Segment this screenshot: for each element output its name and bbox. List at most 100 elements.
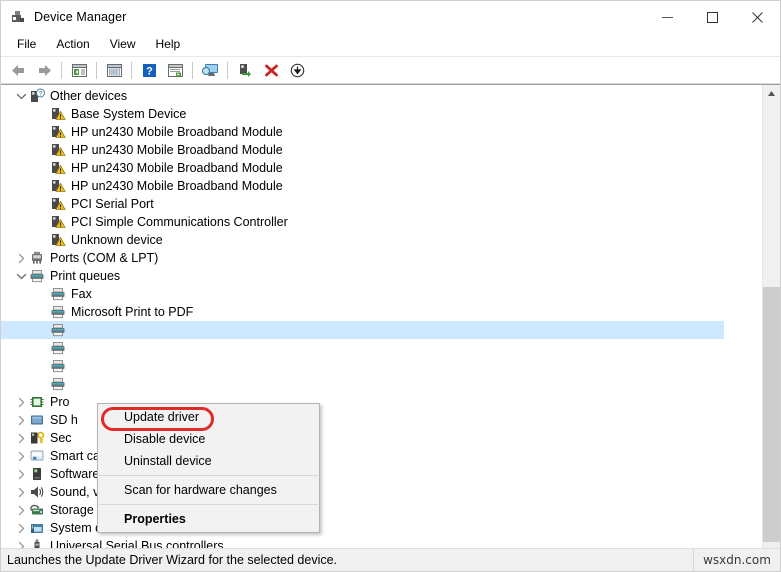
smartcard-reader-icon bbox=[29, 448, 45, 464]
minimize-button[interactable] bbox=[645, 1, 690, 33]
properties-icon[interactable] bbox=[102, 59, 126, 81]
menu-bar: File Action View Help bbox=[1, 33, 780, 57]
toolbar-separator bbox=[96, 61, 97, 79]
vertical-scrollbar[interactable] bbox=[762, 85, 780, 548]
tree-row[interactable]: HP un2430 Mobile Broadband Module bbox=[1, 159, 762, 177]
context-menu-separator bbox=[99, 475, 318, 476]
scrollbar-thumb[interactable] bbox=[763, 287, 780, 542]
tree-row-label: HP un2430 Mobile Broadband Module bbox=[71, 143, 283, 157]
chevron-right-icon[interactable] bbox=[13, 484, 29, 500]
printer-icon bbox=[50, 322, 66, 338]
tree-row-label: Ports (COM & LPT) bbox=[50, 251, 159, 265]
tree-row[interactable] bbox=[1, 375, 762, 393]
menu-action[interactable]: Action bbox=[46, 34, 99, 55]
warning-device-icon bbox=[50, 106, 66, 122]
tree-row[interactable]: Fax bbox=[1, 285, 762, 303]
update-driver-icon[interactable] bbox=[163, 59, 187, 81]
watermark: wsxdn.com bbox=[693, 549, 780, 571]
tree-row-label: Universal Serial Bus controllers bbox=[50, 539, 224, 548]
enable-device-icon[interactable] bbox=[233, 59, 257, 81]
context-menu-item-scan-for-hardware-changes[interactable]: Scan for hardware changes bbox=[98, 479, 319, 501]
chevron-right-icon[interactable] bbox=[13, 538, 29, 548]
tree-row[interactable]: PCI Simple Communications Controller bbox=[1, 213, 762, 231]
tree-row[interactable] bbox=[1, 339, 762, 357]
menu-help[interactable]: Help bbox=[146, 34, 191, 55]
scroll-up-arrow[interactable] bbox=[763, 85, 780, 102]
context-menu-item-update-driver[interactable]: Update driver bbox=[98, 406, 319, 428]
warning-device-icon bbox=[50, 232, 66, 248]
tree-row[interactable]: Microsoft Print to PDF bbox=[1, 303, 762, 321]
usb-icon bbox=[29, 538, 45, 548]
scan-hardware-changes-icon[interactable] bbox=[198, 59, 222, 81]
chevron-down-icon[interactable] bbox=[13, 268, 29, 284]
chevron-right-icon[interactable] bbox=[13, 466, 29, 482]
chevron-down-icon[interactable] bbox=[13, 88, 29, 104]
context-menu[interactable]: Update driver Disable device Uninstall dev… bbox=[97, 403, 320, 533]
tree-row[interactable]: Ports (COM & LPT) bbox=[1, 249, 762, 267]
tree-row-label: Other devices bbox=[50, 89, 128, 103]
printer-icon bbox=[50, 340, 66, 356]
tree-row-label: PCI Simple Communications Controller bbox=[71, 215, 288, 229]
forward-icon[interactable] bbox=[32, 59, 56, 81]
tree-row[interactable] bbox=[1, 321, 724, 339]
context-menu-item-uninstall-device[interactable]: Uninstall device bbox=[98, 450, 319, 472]
security-devices-icon bbox=[29, 430, 45, 446]
tree-row[interactable] bbox=[1, 357, 762, 375]
chevron-right-icon[interactable] bbox=[13, 412, 29, 428]
show-hide-console-tree-icon[interactable] bbox=[67, 59, 91, 81]
tree-row-label: SD h bbox=[50, 413, 78, 427]
help-icon[interactable]: ? bbox=[137, 59, 161, 81]
window-controls bbox=[645, 1, 780, 33]
menu-view[interactable]: View bbox=[100, 34, 146, 55]
maximize-button[interactable] bbox=[690, 1, 735, 33]
tree-row[interactable]: Universal Serial Bus controllers bbox=[1, 537, 762, 548]
close-button[interactable] bbox=[735, 1, 780, 33]
chevron-right-icon[interactable] bbox=[13, 448, 29, 464]
tree-row[interactable]: Base System Device bbox=[1, 105, 762, 123]
context-menu-item-properties[interactable]: Properties bbox=[98, 508, 319, 530]
disable-device-icon[interactable] bbox=[285, 59, 309, 81]
chevron-right-icon[interactable] bbox=[13, 520, 29, 536]
tree-row[interactable]: ? Other devices bbox=[1, 87, 762, 105]
svg-text:?: ? bbox=[39, 91, 43, 98]
printer-icon bbox=[29, 268, 45, 284]
tree-panel: ? Other devices Base System Device HP un243… bbox=[1, 84, 780, 548]
uninstall-device-icon[interactable] bbox=[259, 59, 283, 81]
tree-row[interactable]: PCI Serial Port bbox=[1, 195, 762, 213]
software-device-icon bbox=[29, 466, 45, 482]
sd-host-icon bbox=[29, 412, 45, 428]
chevron-right-icon[interactable] bbox=[13, 430, 29, 446]
tree-row[interactable]: HP un2430 Mobile Broadband Module bbox=[1, 177, 762, 195]
chevron-right-icon[interactable] bbox=[13, 250, 29, 266]
chevron-right-icon[interactable] bbox=[13, 394, 29, 410]
printer-icon bbox=[50, 304, 66, 320]
tree-row-label: Unknown device bbox=[71, 233, 163, 247]
printer-icon bbox=[50, 286, 66, 302]
printer-icon bbox=[50, 376, 66, 392]
menu-file[interactable]: File bbox=[7, 34, 46, 55]
toolbar: ? bbox=[1, 57, 780, 84]
toolbar-separator bbox=[61, 61, 62, 79]
device-manager-window: Device Manager File Action View Help ? ?… bbox=[0, 0, 781, 572]
tree-row[interactable]: HP un2430 Mobile Broadband Module bbox=[1, 123, 762, 141]
tree-row[interactable]: Print queues bbox=[1, 267, 762, 285]
sound-icon bbox=[29, 484, 45, 500]
scrollbar-track[interactable] bbox=[763, 102, 780, 542]
tree-row-label: Print queues bbox=[50, 269, 121, 283]
chevron-right-icon[interactable] bbox=[13, 502, 29, 518]
toolbar-separator bbox=[227, 61, 228, 79]
context-menu-item-disable-device[interactable]: Disable device bbox=[98, 428, 319, 450]
tree-row-label: Base System Device bbox=[71, 107, 187, 121]
tree-row[interactable]: Unknown device bbox=[1, 231, 762, 249]
warning-device-icon bbox=[50, 142, 66, 158]
tree-row-label: HP un2430 Mobile Broadband Module bbox=[71, 125, 283, 139]
tree-row[interactable]: HP un2430 Mobile Broadband Module bbox=[1, 141, 762, 159]
back-icon[interactable] bbox=[6, 59, 30, 81]
